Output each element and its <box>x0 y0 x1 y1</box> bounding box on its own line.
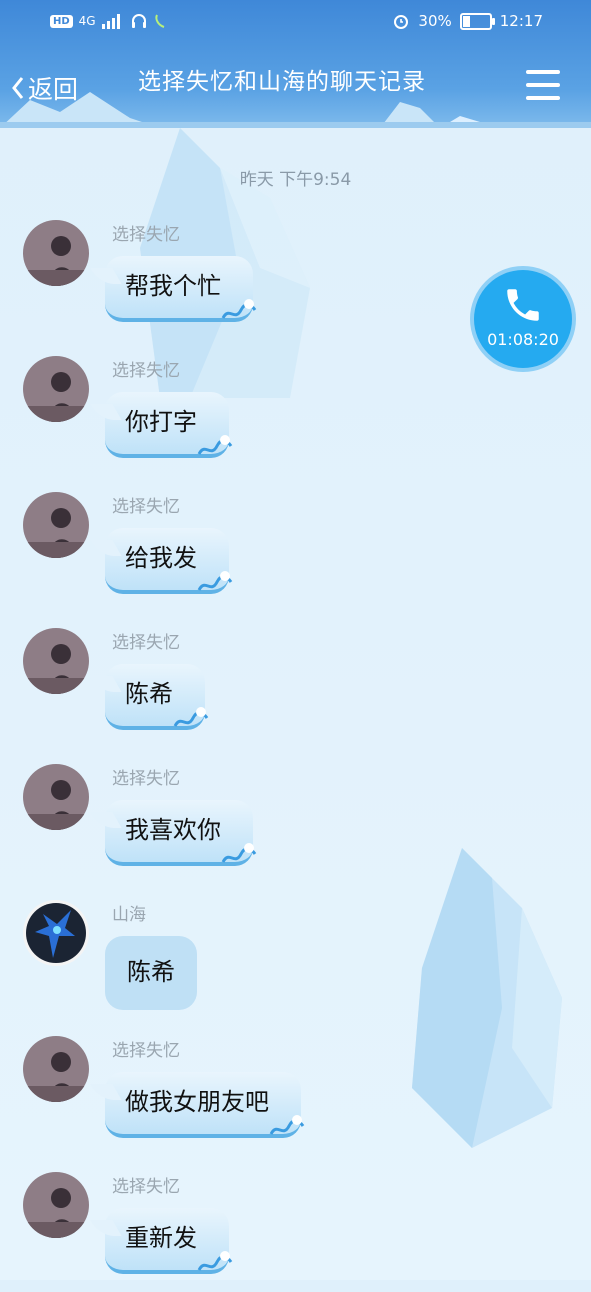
avatar[interactable] <box>23 764 89 830</box>
chat-message: 选择失忆 重新发 <box>0 1172 591 1292</box>
alarm-icon <box>394 15 409 29</box>
chat-timestamp: 昨天 下午9:54 <box>239 170 352 190</box>
sender-name: 选择失忆 <box>112 361 180 381</box>
message-text: 我喜欢你 <box>125 816 221 844</box>
app-header: HD 4G 30% 12:17 返回 选择失忆和山海的聊天记录 <box>0 0 591 128</box>
avatar[interactable] <box>23 1172 89 1238</box>
back-label: 返回 <box>28 75 79 104</box>
signal-icon <box>101 14 120 29</box>
sender-name: 山海 <box>112 905 146 925</box>
wave-decoration-icon <box>221 843 257 863</box>
message-bubble[interactable]: 重新发 <box>105 1208 233 1274</box>
sender-name: 选择失忆 <box>112 633 180 653</box>
page-title: 选择失忆和山海的聊天记录 <box>138 69 426 95</box>
wave-decoration-icon <box>173 707 209 727</box>
message-bubble[interactable]: 陈希 <box>105 936 197 1010</box>
sender-name: 选择失忆 <box>112 1177 180 1197</box>
chat-message: 选择失忆 你打字 <box>0 356 591 476</box>
chevron-left-icon <box>12 77 24 99</box>
menu-icon-bar <box>526 83 560 87</box>
message-bubble[interactable]: 陈希 <box>105 664 209 730</box>
call-floating-button[interactable]: 01:08:20 <box>474 270 572 368</box>
hd-badge: HD <box>50 14 73 28</box>
avatar[interactable] <box>23 220 89 286</box>
message-text: 你打字 <box>125 408 197 436</box>
wave-decoration-icon <box>269 1115 305 1135</box>
sender-name: 选择失忆 <box>112 769 180 789</box>
menu-icon-bar <box>526 96 560 100</box>
chat-message: 选择失忆 我喜欢你 <box>0 764 591 884</box>
message-bubble[interactable]: 做我女朋友吧 <box>105 1072 305 1138</box>
avatar[interactable] <box>23 356 89 422</box>
phone-icon <box>507 289 539 321</box>
chat-message: 选择失忆 给我发 <box>0 492 591 612</box>
message-text: 重新发 <box>125 1224 197 1252</box>
avatar[interactable] <box>23 1036 89 1102</box>
message-bubble[interactable]: 我喜欢你 <box>105 800 257 866</box>
sender-name: 选择失忆 <box>112 225 180 245</box>
message-text: 给我发 <box>125 544 197 572</box>
wave-decoration-icon <box>197 1251 233 1271</box>
chat-message: 选择失忆 陈希 <box>0 628 591 748</box>
call-duration: 01:08:20 <box>487 330 559 349</box>
call-status-icon <box>155 14 164 28</box>
battery-percent: 30% <box>418 12 452 30</box>
avatar[interactable] <box>23 492 89 558</box>
message-text: 做我女朋友吧 <box>125 1088 269 1116</box>
message-text: 帮我个忙 <box>125 272 221 300</box>
menu-icon-bar <box>526 70 560 74</box>
message-bubble[interactable]: 给我发 <box>105 528 233 594</box>
message-text: 陈希 <box>125 680 173 708</box>
avatar[interactable] <box>23 628 89 694</box>
wave-decoration-icon <box>197 435 233 455</box>
menu-button[interactable] <box>526 70 560 104</box>
network-label: 4G <box>78 14 96 28</box>
message-text: 陈希 <box>127 958 175 986</box>
sender-name: 选择失忆 <box>112 497 180 517</box>
sender-name: 选择失忆 <box>112 1041 180 1061</box>
headset-icon <box>131 14 146 28</box>
message-bubble[interactable]: 你打字 <box>105 392 233 458</box>
wave-decoration-icon <box>221 299 257 319</box>
message-bubble[interactable]: 帮我个忙 <box>105 256 257 322</box>
avatar[interactable] <box>23 900 89 966</box>
back-button[interactable]: 返回 <box>10 70 78 106</box>
chat-message: 选择失忆 做我女朋友吧 <box>0 1036 591 1156</box>
wave-decoration-icon <box>197 571 233 591</box>
status-bar: HD 4G 30% 12:17 <box>0 10 591 36</box>
battery-icon <box>459 12 495 30</box>
chat-message: 山海 陈希 <box>0 900 591 1020</box>
clock: 12:17 <box>499 12 543 30</box>
